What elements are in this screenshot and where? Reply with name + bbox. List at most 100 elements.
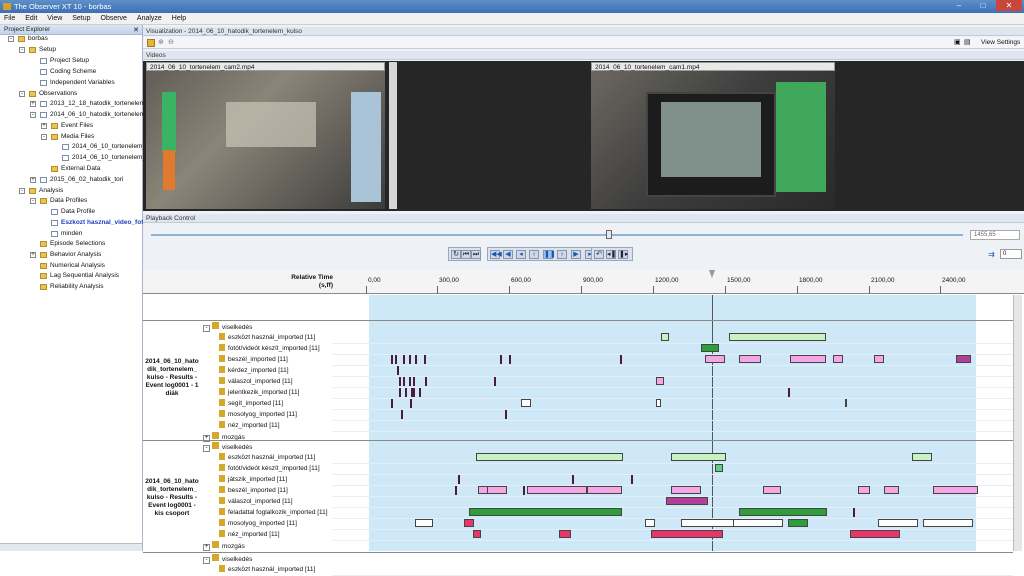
fast-rewind-icon[interactable]: ◀◀ [490,250,502,259]
video-cam1[interactable]: 2014_06_10_tortenelem_cam1.mp4 [591,62,835,209]
event-bar[interactable] [923,519,973,527]
event-marker[interactable] [399,388,401,397]
event-bar[interactable] [715,464,723,472]
event-bar[interactable] [671,486,701,494]
menu-view[interactable]: View [43,13,66,25]
event-marker[interactable] [403,377,405,386]
event-marker[interactable] [620,355,622,364]
tree-item[interactable]: Project Setup [40,56,89,66]
tree-item[interactable]: - Data Profiles [30,196,87,206]
menu-observe[interactable]: Observe [97,13,131,25]
event-marker[interactable] [409,355,411,364]
menu-analyze[interactable]: Analyze [133,13,166,25]
event-bar[interactable] [956,355,971,363]
collapse-icon[interactable]: - [19,188,25,194]
event-bar[interactable] [850,530,900,538]
event-bar[interactable] [651,530,723,538]
tree-item[interactable]: Independent Variables [40,78,115,88]
behavior-row[interactable]: eszközt használ_imported [11] [219,565,315,574]
event-bar[interactable] [469,508,622,516]
event-bar[interactable] [739,355,761,363]
tree-item[interactable]: minden [51,229,82,239]
behavior-row[interactable]: jelentkezik_imported [11] [219,388,299,397]
event-bar[interactable] [788,519,808,527]
tree-item[interactable]: - Observations [19,89,77,99]
tree-item[interactable]: + Behavior Analysis [30,250,101,260]
time-cursor-handle[interactable] [709,270,715,278]
event-marker[interactable] [401,410,403,419]
tree-item[interactable]: - Analysis [19,186,63,196]
event-marker[interactable] [403,355,405,364]
event-marker[interactable] [509,355,511,364]
video-scrollbar[interactable] [389,62,397,209]
time-field[interactable]: 1455,65 [970,230,1020,240]
tree-item[interactable]: +2015_06_02_hatodik_tori [30,175,123,185]
play-icon[interactable]: ▶ [571,250,581,259]
event-bar[interactable] [858,486,870,494]
event-bar[interactable] [729,333,826,341]
tree-item[interactable]: Numerical Analysis [40,261,105,271]
menu-file[interactable]: File [0,13,19,25]
slow-back-icon[interactable]: ‹ [529,250,539,259]
event-bar[interactable] [656,377,664,385]
event-bar[interactable] [661,333,669,341]
expand-icon[interactable]: + [30,252,36,258]
tree-item[interactable]: Lag Sequential Analysis [40,271,119,281]
behavior-row[interactable]: segít_imported [11] [219,399,283,408]
print-icon[interactable]: ▣ [954,38,961,46]
event-marker[interactable] [788,388,790,397]
behavior-category[interactable]: - viselkedés [203,322,252,332]
event-bar[interactable] [473,530,481,538]
frame-forward-icon[interactable]: ❚▸ [618,250,628,259]
behavior-row[interactable]: mosolyog_imported [11] [219,519,297,528]
event-bar[interactable] [790,355,826,363]
tree-item[interactable]: - 2014_06_10_hatodik_tortenelem_k [30,110,152,120]
event-marker[interactable] [410,399,412,408]
event-bar[interactable] [527,486,587,494]
tree-item[interactable]: Reliability Analysis [40,282,103,292]
event-marker[interactable] [413,377,415,386]
rewind-icon[interactable]: ◀ [503,250,513,259]
event-bar[interactable] [476,453,623,461]
tree-item[interactable]: - borbas [8,34,48,44]
tree-item[interactable]: 2014_06_10_tortenelem_c [62,142,149,152]
next-marker-icon[interactable]: ⏭ [471,250,481,259]
collapse-icon[interactable]: - [30,112,36,118]
previous-marker-icon[interactable]: ⏮ [461,250,471,259]
tree-item[interactable]: 2014_06_10_tortenelem_c [62,153,149,163]
behavior-row[interactable]: néz_imported [11] [219,421,280,430]
tree-item[interactable]: + Event Files [41,121,93,131]
event-bar[interactable] [912,453,932,461]
event-marker[interactable] [458,475,460,484]
collapse-icon[interactable]: - [203,445,210,452]
behavior-row[interactable]: válaszol_imported [11] [219,497,293,506]
event-marker[interactable] [397,366,399,375]
event-bar[interactable] [878,519,918,527]
minimize-button[interactable]: – [948,0,970,11]
zoom-in-icon[interactable]: ⊕ [158,38,164,46]
jump-back-icon[interactable]: ↶ [594,250,604,259]
behavior-row[interactable]: beszél_imported [11] [219,486,288,495]
behavior-row[interactable]: játszik_imported [11] [219,475,287,484]
playback-slider-thumb[interactable] [606,230,612,239]
event-bar[interactable] [666,497,708,505]
behavior-row[interactable]: beszél_imported [11] [219,355,288,364]
frame-back-icon[interactable]: ◂❚ [606,250,616,259]
event-bar[interactable] [705,355,725,363]
tree-item[interactable]: Data Profile [51,207,95,217]
event-bar[interactable] [874,355,884,363]
event-marker[interactable] [425,377,427,386]
event-marker[interactable] [424,355,426,364]
explorer-scrollbar[interactable] [0,543,142,551]
slow-forward-icon[interactable]: › [557,250,567,259]
step-back-icon[interactable]: ◂ [516,250,526,259]
menu-help[interactable]: Help [168,13,190,25]
event-marker[interactable] [391,399,393,408]
maximize-button[interactable]: □ [972,0,994,11]
collapse-icon[interactable]: - [19,47,25,53]
view-settings-button[interactable]: View Settings [981,39,1020,46]
collapse-icon[interactable]: - [203,557,210,564]
event-marker[interactable] [455,486,457,495]
behavior-row[interactable]: fotót/videót készít_imported [11] [219,464,320,473]
event-marker[interactable] [419,388,421,397]
